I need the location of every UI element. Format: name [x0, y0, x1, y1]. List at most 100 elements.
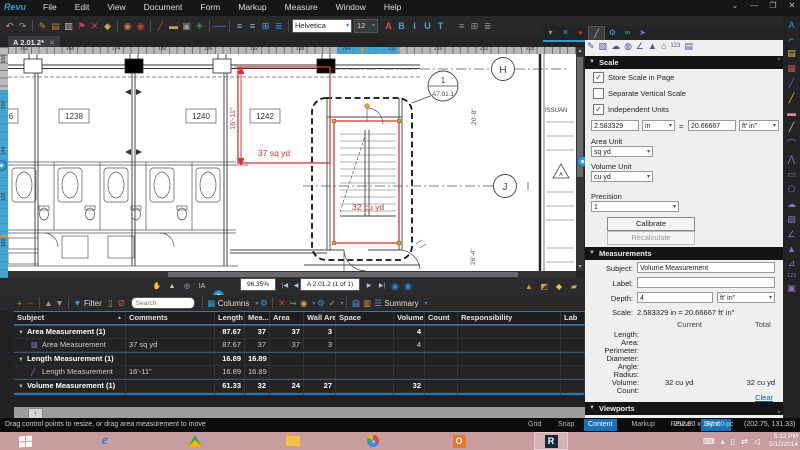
tray-expand-icon[interactable]: ▴	[721, 437, 725, 446]
angle-tool-icon[interactable]: ∠	[787, 229, 795, 240]
export-icon[interactable]: ▥	[361, 296, 372, 310]
alert-icon[interactable]: ◆	[552, 280, 566, 293]
pin-icon[interactable]: ◉	[121, 17, 134, 35]
scale-unit-select[interactable]: in▾	[642, 120, 675, 131]
pen-blue-icon[interactable]: ╱	[789, 78, 794, 89]
line-tool-icon[interactable]: ──	[213, 17, 226, 35]
taskbar-app-windows-start[interactable]	[8, 432, 42, 450]
scale-value-input[interactable]: 2.583329	[591, 120, 639, 131]
volume-measurement-markup[interactable]: 32 cu yd	[332, 104, 401, 245]
depth-icon[interactable]: ⌂	[661, 41, 666, 52]
callout-icon[interactable]: ⌐	[789, 34, 794, 44]
minimize-icon[interactable]: —	[748, 1, 760, 10]
upload-icon[interactable]: ▲	[522, 280, 536, 293]
measure-tab-icon[interactable]: ╱	[588, 26, 605, 40]
horizontal-ruler[interactable]: 162168174180186192198204210216222228	[8, 47, 576, 54]
taskbar-app-internet-explorer[interactable]: e	[88, 432, 122, 450]
checkbox-store-scale-in-page[interactable]: ✓	[593, 72, 604, 83]
menu-caret-icon[interactable]: ⌄	[729, 1, 741, 10]
restore-icon[interactable]: ❐	[767, 1, 779, 10]
camera-icon[interactable]: ▣	[787, 283, 796, 294]
delete-icon[interactable]: ✕	[88, 17, 101, 35]
column-header-area[interactable]: Area	[270, 312, 304, 324]
cloud-tool-icon[interactable]: ☁	[787, 199, 796, 210]
layers-icon[interactable]: ▣	[180, 17, 193, 35]
text-select-icon[interactable]: ΙA	[195, 280, 209, 293]
columns-settings-icon[interactable]: ⚙	[258, 296, 269, 310]
polygon-icon[interactable]: ▧	[599, 41, 608, 52]
pin-red-icon[interactable]: ◉	[134, 17, 147, 35]
columns-label[interactable]: Columns	[218, 299, 250, 308]
menu-file[interactable]: File	[34, 0, 66, 14]
chevron-down-icon[interactable]: ▾	[340, 300, 343, 307]
panel-close-icon[interactable]: ✕	[558, 28, 573, 37]
zoom-level-input[interactable]: 96.35%	[240, 278, 276, 291]
pen-profile-icon[interactable]: ✎	[36, 17, 49, 35]
view-forward-icon[interactable]: ◉	[401, 280, 415, 293]
scale-value2-input[interactable]: 20.66667	[688, 120, 736, 131]
filter-icon[interactable]: ▼	[72, 296, 83, 310]
column-header-count[interactable]: Count	[425, 312, 458, 324]
group-icon[interactable]: ≣	[481, 17, 494, 35]
precision-select[interactable]: 1▾	[591, 201, 679, 212]
text-tool-icon[interactable]: A	[788, 20, 794, 30]
paste-icon[interactable]: ▤	[49, 17, 62, 35]
checkbox-independent-units[interactable]: ✓	[593, 104, 604, 115]
zoom-magnifier-icon[interactable]: ◎	[180, 280, 194, 293]
toggle-grid[interactable]: Grid	[524, 419, 545, 431]
triangle-tool-icon[interactable]: ▲	[787, 244, 796, 254]
font-size-select[interactable]: 12▾	[354, 19, 378, 33]
table-row[interactable]: ▨Area Measurement37 sq yd87.67373734	[14, 339, 585, 352]
list-icon[interactable]: ≣	[272, 17, 285, 35]
taskbar-app-google-drive[interactable]	[178, 432, 212, 450]
align-icon[interactable]: ≡	[246, 17, 259, 35]
table-row[interactable]: ▼Volume Measurement (1)61.3332242732	[14, 379, 585, 393]
pencil-red-icon[interactable]: ╱	[154, 17, 167, 35]
menu-form[interactable]: Form	[191, 0, 229, 14]
calibrate-button[interactable]: Calibrate	[607, 217, 695, 231]
filter-label[interactable]: Filter	[84, 299, 102, 308]
scale-section-header[interactable]: ▼ Scale	[585, 56, 783, 69]
snapshot-icon[interactable]: ✳	[193, 17, 206, 35]
panel-scroll-down-icon[interactable]: ▼	[776, 410, 782, 416]
underline-icon[interactable]: U	[421, 17, 434, 35]
menu-edit[interactable]: Edit	[66, 0, 99, 14]
recalculate-button[interactable]: Recalculate	[607, 231, 695, 245]
menu-markup[interactable]: Markup	[229, 0, 275, 14]
menu-view[interactable]: View	[98, 0, 134, 14]
tool-chest-icon[interactable]: ➤	[635, 28, 650, 37]
font-family-select[interactable]: Helvetica▾	[292, 19, 352, 33]
polygon-tool-icon[interactable]: ⬠	[788, 184, 796, 195]
delete-markup-icon[interactable]: ✕	[276, 296, 287, 310]
folder-icon[interactable]: ▰	[567, 280, 581, 293]
drawing-canvas[interactable]: H J 1 A7.01.1 6 1238 1240	[8, 54, 576, 271]
eraser-icon[interactable]: ▬	[167, 17, 180, 35]
note-icon[interactable]: ▤	[787, 48, 796, 59]
taskbar-app-file-explorer[interactable]	[276, 432, 310, 450]
sync-tray-icon[interactable]: ⇄	[741, 437, 748, 446]
page-number-box[interactable]: A 2.01.2 (1 of 1)	[300, 278, 360, 291]
profile-icon[interactable]: ◩	[537, 280, 551, 293]
italic-icon[interactable]: I	[408, 17, 421, 35]
prev-page-icon[interactable]: ◀	[289, 280, 303, 293]
depth-input[interactable]: 4	[637, 292, 713, 303]
search-input[interactable]	[131, 297, 195, 309]
checkmark-icon[interactable]: ✓	[326, 296, 337, 310]
trash-icon[interactable]: ▯	[105, 296, 116, 310]
column-header-lab[interactable]: Lab	[561, 312, 585, 324]
ink-icon[interactable]: ◆	[101, 17, 114, 35]
clear-filter-icon[interactable]: Ø	[116, 296, 127, 310]
redo-icon[interactable]: ↷	[16, 17, 29, 35]
checkbox-separate-vertical-scale[interactable]	[593, 88, 604, 99]
reply-icon[interactable]: ↪	[287, 296, 298, 310]
keyboard-icon[interactable]: ⌨	[703, 437, 715, 446]
eraser-pink-icon[interactable]: ▬	[787, 108, 796, 118]
column-header-subject[interactable]: Subject▲	[14, 312, 126, 324]
columns-icon[interactable]: ▦	[206, 296, 217, 310]
table-row[interactable]: ▼Length Measurement (1)16.8916.89	[14, 352, 585, 366]
cloud-icon[interactable]: ☁	[611, 41, 620, 52]
pan-hand-icon[interactable]: ✋	[150, 280, 164, 293]
toggle-markup[interactable]: Markup	[628, 419, 659, 431]
flag-icon[interactable]: ⚑	[75, 17, 88, 35]
viewports-section-header[interactable]: ▼ Viewports	[585, 402, 783, 415]
